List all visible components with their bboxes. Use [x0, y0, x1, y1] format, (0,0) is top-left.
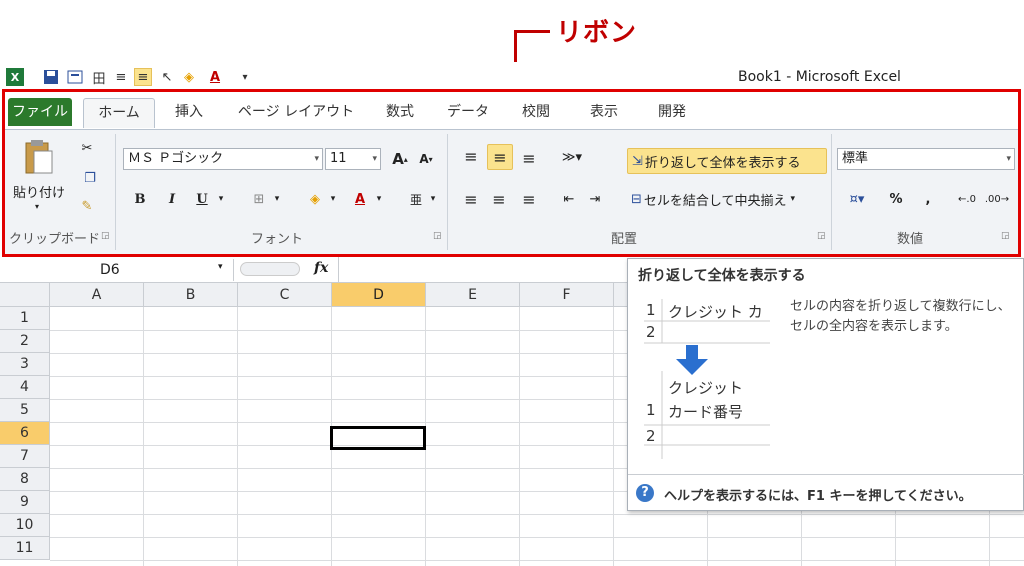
annotation-line: [514, 30, 550, 33]
row-header[interactable]: 9: [0, 491, 50, 514]
example-row-number: 2: [646, 427, 656, 445]
center-align-icon[interactable]: ≡: [112, 68, 130, 86]
gridline: [519, 307, 520, 566]
name-box-value: D6: [100, 262, 120, 278]
fill-color-icon[interactable]: ◈: [180, 68, 198, 86]
example-after-line1: クレジット: [668, 379, 744, 397]
row-header[interactable]: 8: [0, 468, 50, 491]
row-header[interactable]: 10: [0, 514, 50, 537]
example-row-number: 1: [646, 301, 656, 319]
row-header[interactable]: 5: [0, 399, 50, 422]
example-before-text: クレジット カ: [668, 303, 763, 321]
row-header[interactable]: 3: [0, 353, 50, 376]
divider: [628, 474, 1024, 475]
column-header[interactable]: D: [332, 283, 426, 307]
row-header[interactable]: 4: [0, 376, 50, 399]
gridline: [613, 307, 614, 566]
save-icon[interactable]: [42, 68, 60, 86]
row-header[interactable]: 6: [0, 422, 50, 445]
borders-icon[interactable]: 田: [90, 68, 108, 87]
gridline: [143, 307, 144, 566]
column-header[interactable]: B: [144, 283, 238, 307]
title-bar: X 田 ≡ ≡ ↖ ◈ A ▾ Book1 - Microsoft Excel: [0, 62, 1024, 92]
gridline: [50, 514, 1024, 515]
divider: [338, 257, 339, 283]
row-header[interactable]: 2: [0, 330, 50, 353]
tooltip-title: 折り返して全体を表示する: [638, 268, 806, 284]
excel-logo-icon[interactable]: X: [6, 68, 24, 86]
customize-qat-icon[interactable]: ▾: [236, 68, 254, 86]
column-header[interactable]: F: [520, 283, 614, 307]
row-header[interactable]: 11: [0, 537, 50, 560]
tooltip-description: セルの内容を折り返して複数行にし、セルの全内容を表示します。: [790, 299, 1011, 334]
tooltip-wrap-text: 折り返して全体を表示する 1 クレジット カ 2 クレジット 1 カード番号 2…: [627, 258, 1024, 511]
window-title: Book1 - Microsoft Excel: [738, 69, 901, 85]
pointer-icon[interactable]: ↖: [158, 68, 176, 86]
gridline: [50, 537, 1024, 538]
annotation-label: リボン: [556, 18, 638, 48]
insert-function-button[interactable]: fx: [314, 260, 328, 276]
tooltip-help-text: ヘルプを表示するには、F1 キーを押してください。: [664, 489, 972, 504]
ribbon-highlight-frame: [2, 89, 1021, 257]
select-all-corner[interactable]: [0, 283, 50, 307]
middle-align-icon[interactable]: ≡: [134, 68, 152, 86]
example-row-number: 2: [646, 323, 656, 341]
example-row-number: 1: [646, 401, 656, 419]
form-icon[interactable]: [66, 68, 84, 86]
help-icon: ?: [636, 484, 654, 502]
column-header[interactable]: C: [238, 283, 332, 307]
name-box[interactable]: D6: [4, 259, 234, 281]
formula-expand-handle[interactable]: [240, 262, 300, 276]
column-header[interactable]: A: [50, 283, 144, 307]
active-cell-d6[interactable]: [330, 426, 426, 450]
gridline: [50, 560, 1024, 561]
tooltip-example-image: 1 クレジット カ 2 クレジット 1 カード番号 2: [644, 299, 770, 465]
font-color-icon[interactable]: A: [206, 68, 224, 86]
example-after-line2: カード番号: [668, 403, 744, 421]
row-header[interactable]: 1: [0, 307, 50, 330]
row-header[interactable]: 7: [0, 445, 50, 468]
gridline: [237, 307, 238, 566]
column-header[interactable]: E: [426, 283, 520, 307]
chevron-down-icon[interactable]: ▾: [218, 262, 223, 272]
